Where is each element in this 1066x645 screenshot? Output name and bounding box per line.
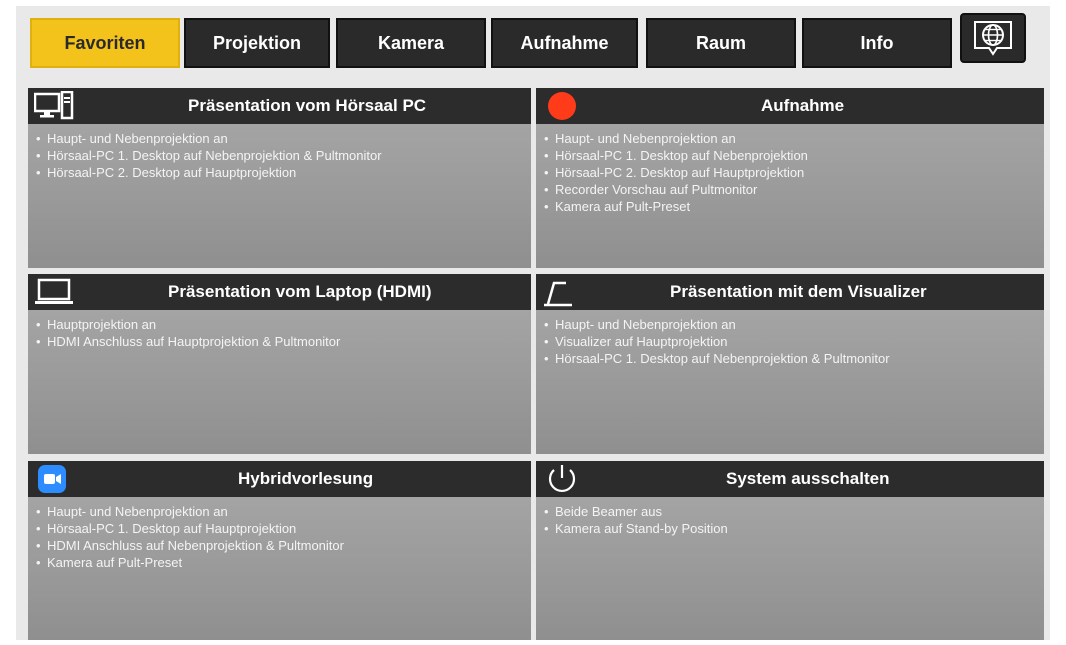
tab-info[interactable]: Info [802,18,952,68]
tab-raum[interactable]: Raum [646,18,796,68]
list-item: Haupt- und Nebenprojektion an [36,503,344,520]
zoom-camera-icon [38,465,66,493]
power-icon [548,465,576,492]
list-item: Kamera auf Pult-Preset [36,554,344,571]
tile-title: System ausschalten [726,469,890,488]
tile-header: Hybridvorlesung [28,461,531,497]
list-item: Hörsaal-PC 1. Desktop auf Nebenprojektio… [36,147,382,164]
tile-system-ausschalten[interactable]: System ausschalten Beide Beamer aus Kame… [536,461,1044,640]
list-item: Haupt- und Nebenprojektion an [544,316,890,333]
list-item: Recorder Vorschau auf Pultmonitor [544,181,808,198]
record-dot-icon [548,92,576,120]
tile-praesentation-visualizer[interactable]: Präsentation mit dem Visualizer Haupt- u… [536,274,1044,454]
tile-item-list: Haupt- und Nebenprojektion an Hörsaal-PC… [36,503,344,571]
top-nav-bar: Favoriten Projektion Kamera Aufnahme Rau… [16,6,1050,81]
tile-header: Präsentation vom Laptop (HDMI) [28,274,531,310]
language-button[interactable] [960,13,1026,63]
laptop-icon [35,278,73,304]
list-item: Hörsaal-PC 2. Desktop auf Hauptprojektio… [36,164,382,181]
tab-projektion[interactable]: Projektion [184,18,330,68]
list-item: Hörsaal-PC 1. Desktop auf Nebenprojektio… [544,147,808,164]
list-item: HDMI Anschluss auf Nebenprojektion & Pul… [36,537,344,554]
list-item: Kamera auf Pult-Preset [544,198,808,215]
list-item: Hörsaal-PC 2. Desktop auf Hauptprojektio… [544,164,808,181]
list-item: Hörsaal-PC 1. Desktop auf Nebenprojektio… [544,350,890,367]
tile-title: Präsentation mit dem Visualizer [670,282,927,301]
tile-header: Aufnahme [536,88,1044,124]
tile-item-list: Beide Beamer aus Kamera auf Stand-by Pos… [544,503,728,537]
visualizer-icon [544,281,572,307]
tile-item-list: Hauptprojektion an HDMI Anschluss auf Ha… [36,316,340,350]
tab-favoriten[interactable]: Favoriten [30,18,180,68]
list-item: Beide Beamer aus [544,503,728,520]
desktop-pc-icon [34,91,74,120]
list-item: Kamera auf Stand-by Position [544,520,728,537]
list-item: Haupt- und Nebenprojektion an [36,130,382,147]
tile-header: Präsentation mit dem Visualizer [536,274,1044,310]
touch-panel-screen: Favoriten Projektion Kamera Aufnahme Rau… [16,6,1050,640]
globe-speech-bubble-icon [974,21,1012,56]
tab-aufnahme[interactable]: Aufnahme [491,18,638,68]
tile-title: Aufnahme [761,96,845,115]
tile-aufnahme[interactable]: Aufnahme Haupt- und Nebenprojektion an H… [536,88,1044,268]
tile-title: Präsentation vom Hörsaal PC [188,96,427,115]
tile-item-list: Haupt- und Nebenprojektion an Visualizer… [544,316,890,367]
list-item: Hauptprojektion an [36,316,340,333]
tile-title: Hybridvorlesung [238,469,374,488]
tile-hybridvorlesung[interactable]: Hybridvorlesung Haupt- und Nebenprojekti… [28,461,531,640]
list-item: Hörsaal-PC 1. Desktop auf Hauptprojektio… [36,520,344,537]
tile-praesentation-laptop[interactable]: Präsentation vom Laptop (HDMI) Hauptproj… [28,274,531,454]
tile-item-list: Haupt- und Nebenprojektion an Hörsaal-PC… [544,130,808,215]
tile-title: Präsentation vom Laptop (HDMI) [168,282,432,301]
tab-kamera[interactable]: Kamera [336,18,486,68]
tile-praesentation-hoersaal-pc[interactable]: Präsentation vom Hörsaal PC Haupt- und N… [28,88,531,268]
tile-item-list: Haupt- und Nebenprojektion an Hörsaal-PC… [36,130,382,181]
list-item: Haupt- und Nebenprojektion an [544,130,808,147]
tile-header: Präsentation vom Hörsaal PC [28,88,531,124]
tile-header: System ausschalten [536,461,1044,497]
list-item: Visualizer auf Hauptprojektion [544,333,890,350]
list-item: HDMI Anschluss auf Hauptprojektion & Pul… [36,333,340,350]
